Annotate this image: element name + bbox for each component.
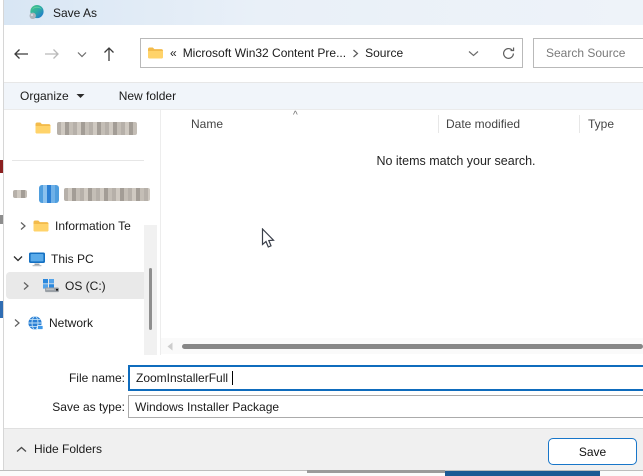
text-caret (232, 371, 233, 385)
save-as-type-select[interactable]: Windows Installer Package (128, 395, 643, 418)
folder-icon (147, 46, 164, 60)
content-area: Information Te This PC (4, 110, 643, 355)
network-icon (26, 315, 44, 331)
chevron-down-icon (77, 51, 87, 58)
chevron-down-icon[interactable] (13, 255, 23, 263)
redacted-chevron (13, 190, 27, 198)
sidebar-item-label: This PC (51, 252, 94, 266)
cloud-account-icon (39, 185, 59, 203)
file-list[interactable]: ^ Name Date modified Type No items match… (160, 110, 643, 355)
redacted-label (57, 122, 137, 135)
bottom-edge (0, 470, 643, 476)
address-dropdown-chevron-icon[interactable] (468, 50, 479, 57)
hide-folders-button[interactable]: Hide Folders (16, 442, 102, 456)
up-button[interactable] (99, 44, 119, 64)
breadcrumb-current-folder[interactable]: Source (365, 46, 403, 60)
sidebar-divider (12, 160, 144, 161)
column-header-type[interactable]: Type (580, 117, 643, 131)
sidebar-item-this-pc[interactable]: This PC (4, 247, 160, 271)
new-folder-button[interactable]: New folder (119, 89, 176, 103)
navigation-bar: « Microsoft Win32 Content Pre... Source (4, 25, 643, 82)
column-header-date-modified[interactable]: Date modified (439, 117, 579, 131)
redacted-label (64, 188, 150, 201)
chevron-right-icon[interactable] (19, 221, 27, 231)
scroll-left-arrow-icon[interactable] (166, 342, 174, 351)
mouse-cursor-icon (261, 228, 276, 250)
recent-locations-button[interactable] (75, 44, 89, 64)
chevron-right-icon[interactable] (22, 281, 30, 291)
new-folder-label: New folder (119, 89, 176, 103)
sidebar-item-label: OS (C:) (65, 279, 106, 293)
forward-button[interactable] (42, 44, 62, 64)
sidebar-item-label: Information Te (55, 219, 131, 233)
triangle-down-icon (76, 93, 85, 99)
save-button[interactable]: Save (548, 438, 637, 465)
file-name-value: ZoomInstallerFull (136, 371, 228, 385)
horizontal-scrollbar-thumb[interactable] (182, 344, 643, 349)
background-fragment (307, 470, 445, 473)
navigation-pane: Information Te This PC (4, 110, 160, 355)
this-pc-icon (28, 251, 46, 267)
folder-icon (34, 121, 52, 135)
search-box[interactable] (533, 38, 643, 68)
hide-folders-label: Hide Folders (34, 442, 102, 456)
organize-button[interactable]: Organize (20, 89, 85, 103)
background-fragment (445, 471, 600, 476)
sidebar-item-redacted-folder[interactable] (4, 116, 160, 140)
breadcrumb-overflow[interactable]: « (170, 46, 177, 60)
save-as-type-label: Save as type: (4, 400, 125, 414)
chevron-right-icon[interactable] (13, 318, 21, 328)
column-header-name[interactable]: Name (161, 117, 438, 131)
arrow-up-icon (101, 46, 117, 63)
organize-label: Organize (20, 89, 69, 103)
window-title: Save As (53, 6, 97, 20)
arrow-left-icon (12, 46, 30, 62)
footer-bar: Hide Folders Save (4, 428, 643, 470)
chevron-right-icon (352, 49, 359, 58)
file-name-input[interactable]: ZoomInstallerFull (128, 365, 643, 391)
breadcrumb-parent-folder[interactable]: Microsoft Win32 Content Pre... (183, 46, 346, 60)
save-as-dialog: Save As « (0, 0, 643, 476)
sidebar-item-information-te[interactable]: Information Te (4, 214, 160, 238)
sidebar-item-network[interactable]: Network (4, 311, 160, 335)
save-button-label: Save (579, 445, 606, 459)
command-toolbar: Organize New folder (4, 82, 643, 110)
sidebar-item-label: Network (49, 316, 93, 330)
sidebar-item-redacted-account[interactable] (4, 182, 160, 206)
sidebar-scrollbar-thumb[interactable] (149, 268, 152, 330)
arrow-right-icon (43, 46, 61, 62)
save-as-type-value: Windows Installer Package (135, 400, 279, 414)
window-left-border (3, 0, 4, 470)
column-header-row: Name Date modified Type (161, 110, 643, 138)
back-button[interactable] (11, 44, 31, 64)
folder-icon (32, 219, 50, 233)
title-bar: Save As (4, 0, 643, 25)
refresh-icon[interactable] (501, 46, 516, 61)
chevron-up-icon (16, 446, 27, 453)
app-icon (28, 4, 45, 21)
sidebar-item-os-c[interactable]: OS (C:) (4, 274, 160, 297)
search-input[interactable] (534, 46, 643, 60)
empty-list-message: No items match your search. (161, 154, 643, 168)
os-drive-icon (42, 278, 60, 293)
file-name-label: File name: (4, 371, 125, 385)
address-bar[interactable]: « Microsoft Win32 Content Pre... Source (140, 38, 523, 68)
fields-area: File name: ZoomInstallerFull Save as typ… (4, 355, 643, 428)
